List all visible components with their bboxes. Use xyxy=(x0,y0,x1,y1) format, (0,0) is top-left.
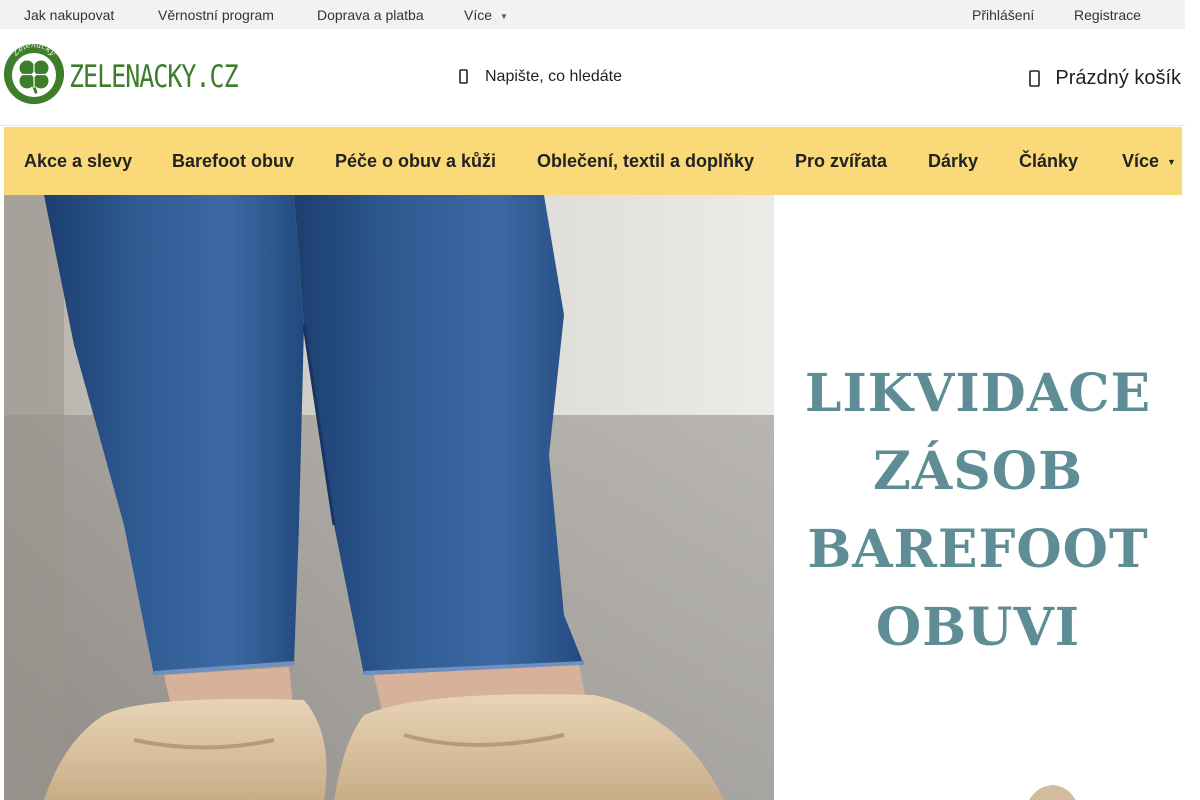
hero-text-panel: LIKVIDACE ZÁSOB BAREFOOT OBUVI xyxy=(774,195,1182,800)
logo-wordmark: ZELENACKY.CZ xyxy=(69,58,239,95)
nav-item-pece-o-obuv[interactable]: Péče o obuv a kůži xyxy=(335,151,496,172)
nav-item-clanky[interactable]: Články xyxy=(1019,151,1078,172)
top-utility-bar: Jak nakupovat Věrnostní program Doprava … xyxy=(0,0,1185,29)
cart-button[interactable]: Prázdný košík xyxy=(1027,64,1181,92)
nav-item-more[interactable]: Více ▼ xyxy=(1122,151,1176,172)
caret-down-icon: ▼ xyxy=(1167,157,1176,168)
hero-headline-line: LIKVIDACE xyxy=(804,363,1152,424)
hero-headline-line: ZÁSOB xyxy=(872,441,1084,502)
cart-icon xyxy=(1029,70,1041,87)
hero-banner[interactable]: LIKVIDACE ZÁSOB BAREFOOT OBUVI xyxy=(4,195,1182,800)
search-input[interactable] xyxy=(485,65,815,89)
topbar-link-jak-nakupovat[interactable]: Jak nakupovat xyxy=(24,7,114,23)
hero-headline-line: BAREFOOT xyxy=(807,519,1149,580)
site-header: Zelenáčky ZELENACKY.CZ Prázdný košík xyxy=(0,29,1185,126)
topbar-more-label: Více xyxy=(464,7,493,23)
search-icon[interactable] xyxy=(455,67,475,87)
search-box[interactable] xyxy=(450,59,830,95)
nav-item-pro-zvirata[interactable]: Pro zvířata xyxy=(795,151,887,172)
svg-text:Zelenáčky: Zelenáčky xyxy=(10,42,57,58)
topbar-link-doprava-a-platba[interactable]: Doprava a platba xyxy=(317,7,424,23)
hero-headline-line: OBUVI xyxy=(875,597,1081,658)
logo-badge-text: Zelenáčky xyxy=(10,42,57,58)
nav-item-obleceni[interactable]: Oblečení, textil a doplňky xyxy=(537,151,754,172)
nav-item-darky[interactable]: Dárky xyxy=(928,151,978,172)
topbar-more-dropdown[interactable]: Více ▼ xyxy=(464,7,508,23)
nav-item-barefoot-obuv[interactable]: Barefoot obuv xyxy=(172,151,294,172)
login-link[interactable]: Přihlášení xyxy=(972,7,1034,23)
hero-headline: LIKVIDACE ZÁSOB BAREFOOT OBUVI xyxy=(774,355,1182,667)
topbar-link-vernostni-program[interactable]: Věrnostní program xyxy=(158,7,274,23)
hero-shoe-image xyxy=(1029,785,1076,800)
hero-photo xyxy=(4,195,774,800)
register-link[interactable]: Registrace xyxy=(1074,7,1141,23)
site-logo[interactable]: Zelenáčky ZELENACKY.CZ xyxy=(4,42,239,106)
main-navigation: Akce a slevy Barefoot obuv Péče o obuv a… xyxy=(4,127,1182,195)
nav-more-label: Více xyxy=(1122,151,1160,171)
nav-item-akce-a-slevy[interactable]: Akce a slevy xyxy=(24,151,132,172)
cart-label: Prázdný košík xyxy=(1055,66,1181,89)
caret-down-icon: ▼ xyxy=(500,11,508,21)
logo-badge-arc: Zelenáčky xyxy=(10,42,57,58)
